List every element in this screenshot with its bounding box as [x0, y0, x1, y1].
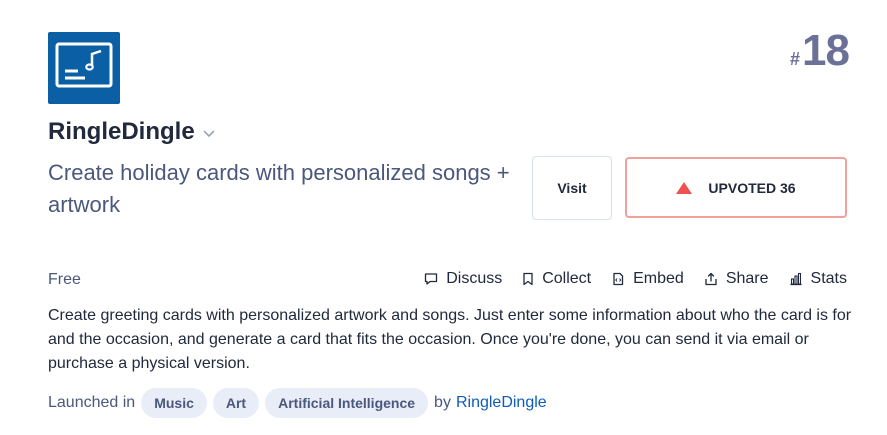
bar-chart-icon — [790, 272, 802, 286]
visit-button[interactable]: Visit — [532, 156, 612, 220]
product-logo[interactable] — [48, 32, 120, 104]
action-bar: Discuss Collect Embed Share Stats — [424, 270, 847, 288]
embed-label: Embed — [633, 270, 684, 287]
upvote-button[interactable]: UPVOTED 36 — [625, 157, 847, 218]
topic-chip-artificial-intelligence[interactable]: Artificial Intelligence — [265, 388, 429, 418]
rank-hash: # — [790, 49, 801, 69]
upvote-label: UPVOTED 36 — [708, 179, 796, 196]
collect-button[interactable]: Collect — [522, 270, 591, 288]
share-icon — [705, 272, 717, 286]
discuss-label: Discuss — [446, 270, 503, 287]
discuss-button[interactable]: Discuss — [424, 270, 502, 288]
by-label: by — [434, 394, 451, 411]
embed-icon — [613, 272, 624, 286]
comment-icon — [425, 273, 438, 285]
rank-number: 18 — [802, 26, 850, 75]
topic-chip-music[interactable]: Music — [141, 388, 207, 418]
product-name: RingleDingle — [48, 118, 195, 145]
launched-prefix: Launched in — [48, 394, 136, 411]
maker-link[interactable]: RingleDingle — [456, 394, 547, 412]
stats-button[interactable]: Stats — [789, 270, 847, 288]
share-label: Share — [725, 270, 769, 287]
collect-label: Collect — [542, 270, 592, 287]
topic-chip-art[interactable]: Art — [212, 388, 260, 418]
product-tagline: Create holiday cards with personalized s… — [48, 160, 510, 217]
product-description: Create greeting cards with personalized … — [48, 307, 852, 372]
share-button[interactable]: Share — [704, 270, 769, 288]
product-name-row[interactable]: RingleDingle — [48, 118, 215, 146]
rank-badge: # 18 — [790, 26, 850, 76]
launched-in-row: Launched in Music Art Artificial Intelli… — [48, 388, 547, 418]
price-label: Free — [48, 271, 81, 288]
bookmark-icon — [523, 272, 533, 286]
music-card-icon — [55, 42, 113, 88]
chevron-down-icon[interactable] — [203, 130, 215, 138]
upvote-triangle-icon — [676, 181, 693, 194]
stats-label: Stats — [810, 270, 847, 287]
embed-button[interactable]: Embed — [611, 270, 684, 288]
